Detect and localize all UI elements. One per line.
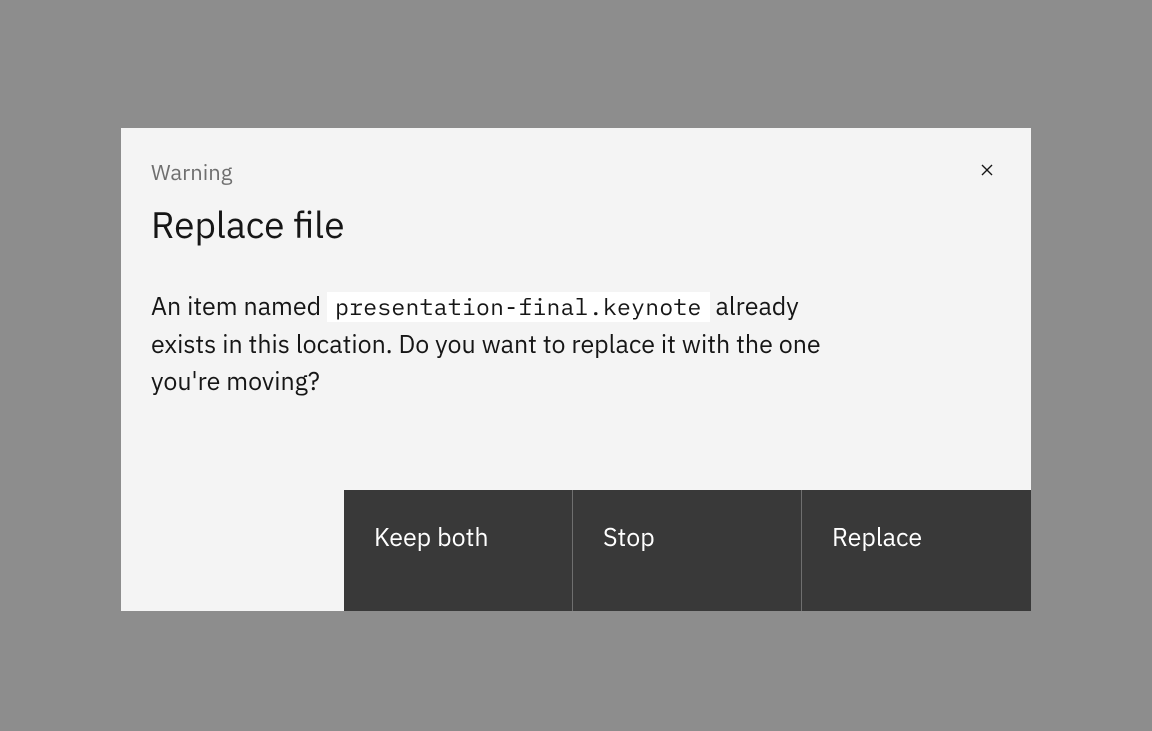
modal-body: An item named presentation-final.keynote… [121,287,861,430]
close-icon [976,159,998,181]
modal-title: Replace file [151,201,1001,249]
filename-code: presentation-final.keynote [327,292,710,322]
keep-both-button[interactable]: Keep both [344,490,573,611]
replace-button[interactable]: Replace [802,490,1031,611]
modal-label: Warning [151,158,1001,187]
warning-modal: Warning Replace file An item named prese… [121,128,1031,611]
close-button[interactable] [967,150,1007,190]
body-prefix: An item named [151,289,327,322]
modal-footer: Keep both Stop Replace [121,490,1031,611]
modal-header: Warning Replace file [121,128,1031,287]
stop-button[interactable]: Stop [573,490,802,611]
